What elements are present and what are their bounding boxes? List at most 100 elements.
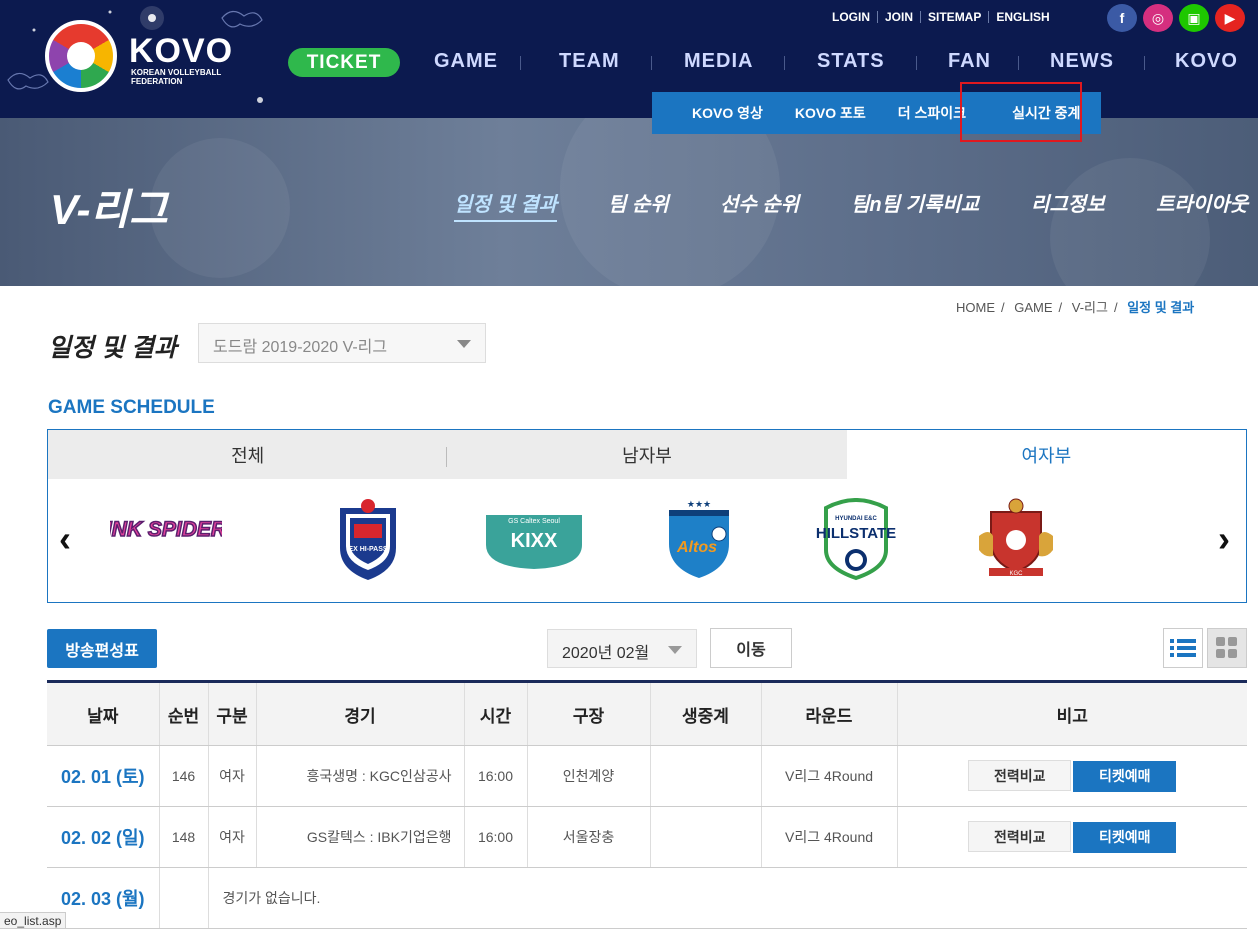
- ticket-booking-button[interactable]: 티켓예매: [1073, 822, 1177, 853]
- youtube-icon[interactable]: ▶: [1215, 4, 1245, 32]
- chevron-down-icon: [457, 340, 471, 348]
- season-select[interactable]: 도드람 2019-2020 V-리그: [198, 323, 486, 363]
- chevron-down-icon: [668, 646, 682, 654]
- nav-fan[interactable]: FAN: [948, 50, 991, 73]
- broadcast-schedule-button[interactable]: 방송편성표: [47, 629, 157, 668]
- kovo-schedule-page: KOVO KOREAN VOLLEYBALL FEDERATION LOGIN …: [0, 0, 1258, 929]
- go-button[interactable]: 이동: [710, 628, 792, 668]
- col-match: 경기: [256, 681, 465, 746]
- row-round: V리그 4Round: [761, 745, 898, 807]
- svg-text:★★★: ★★★: [687, 499, 711, 509]
- logo-subtitle: KOREAN VOLLEYBALL FEDERATION: [131, 68, 222, 86]
- col-division: 구분: [208, 681, 257, 746]
- nav-kovo[interactable]: KOVO: [1175, 50, 1238, 73]
- nav-stats[interactable]: STATS: [817, 50, 885, 73]
- sitemap-link[interactable]: SITEMAP: [921, 11, 990, 23]
- row-live: [650, 745, 762, 807]
- kovo-logo[interactable]: KOVO KOREAN VOLLEYBALL FEDERATION: [45, 20, 265, 100]
- table-header-row: 날짜 순번 구분 경기 시간 구장 생중계 라운드 비고: [47, 681, 1247, 746]
- team-4-sub: HYUNDAI E&C: [835, 516, 877, 522]
- col-no: 순번: [159, 681, 209, 746]
- nav-divider: [1144, 56, 1145, 70]
- utility-links: LOGIN JOIN SITEMAP ENGLISH: [825, 11, 1057, 23]
- team-filter-box: 전체 남자부 여자부 ‹ › PINK SPIDERS EX: [47, 429, 1247, 603]
- tab-women-label: 여자부: [1021, 445, 1072, 466]
- list-view-button[interactable]: [1163, 628, 1203, 668]
- gender-tabs: 전체 남자부 여자부: [48, 430, 1246, 479]
- no-games-message: 경기가 없습니다.: [208, 867, 1247, 929]
- col-round: 라운드: [761, 681, 898, 746]
- nav-media[interactable]: MEDIA: [684, 50, 753, 73]
- ticket-button[interactable]: TICKET: [288, 48, 400, 77]
- compare-button[interactable]: 전력비교: [968, 760, 1072, 791]
- team-logo-pink-spiders[interactable]: PINK SPIDERS: [106, 495, 226, 585]
- col-venue: 구장: [527, 681, 651, 746]
- hipass-shield-icon: EX HI-PASS: [340, 499, 396, 580]
- team-0-name-part: PINK SPIDERS: [110, 518, 222, 541]
- grid-view-button[interactable]: [1207, 628, 1247, 668]
- month-select-value: 2020년 02월: [562, 645, 650, 662]
- tab-tryout[interactable]: 트라이아웃: [1156, 188, 1248, 217]
- row-venue: 서울장충: [527, 806, 651, 868]
- pink-spiders-logo-icon: PINK SPIDERS: [110, 517, 222, 542]
- chevron-left-icon[interactable]: ‹: [59, 518, 71, 560]
- instagram-icon[interactable]: ◎: [1143, 4, 1173, 32]
- tab-all[interactable]: 전체: [48, 430, 448, 479]
- naver-tv-icon[interactable]: ▣: [1179, 4, 1209, 32]
- table-row: 02. 03 (월) 경기가 없습니다.: [47, 867, 1247, 929]
- kgc-crest-icon: KGC: [979, 498, 1053, 577]
- logo-text: KOVO: [129, 32, 234, 70]
- team-logo-hipass[interactable]: EX HI-PASS: [328, 495, 408, 585]
- team-3-name: Altos: [676, 539, 717, 556]
- join-link[interactable]: JOIN: [878, 11, 922, 23]
- main-nav: GAME TEAM MEDIA STATS FAN NEWS KOVO: [420, 50, 1258, 76]
- tab-men[interactable]: 남자부: [447, 430, 847, 479]
- nav-divider: [1018, 56, 1019, 70]
- nav-team[interactable]: TEAM: [559, 50, 620, 73]
- team-5-name: KGC: [1009, 571, 1023, 577]
- english-link[interactable]: ENGLISH: [989, 11, 1056, 23]
- banner-title: V-리그: [50, 186, 168, 233]
- kixx-logo-icon: GS Caltex Seoul KIXX: [486, 515, 582, 569]
- nav-divider: [520, 56, 521, 70]
- tab-women[interactable]: 여자부: [846, 430, 1246, 479]
- chevron-right-icon[interactable]: ›: [1218, 518, 1230, 560]
- breadcrumb-vleague[interactable]: V-리그: [1072, 300, 1108, 315]
- compare-button[interactable]: 전력비교: [968, 821, 1072, 852]
- breadcrumb: HOME / GAME / V-리그 / 일정 및 결과: [956, 300, 1195, 315]
- tab-player-ranking[interactable]: 선수 순위: [720, 188, 799, 217]
- login-link[interactable]: LOGIN: [825, 11, 878, 23]
- col-date: 날짜: [47, 681, 160, 746]
- row-venue: 인천계양: [527, 745, 651, 807]
- list-icon: [1170, 639, 1196, 657]
- row-time: 16:00: [464, 745, 528, 807]
- social-links: f ◎ ▣ ▶: [1107, 4, 1245, 32]
- season-select-value: 도드람 2019-2020 V-리그: [213, 339, 388, 356]
- team-logo-altos[interactable]: ★★★ Altos: [654, 495, 744, 585]
- facebook-icon[interactable]: f: [1107, 4, 1137, 32]
- ticket-booking-button[interactable]: 티켓예매: [1073, 761, 1177, 792]
- banner-bubble: [1050, 158, 1210, 286]
- tab-team-comparison[interactable]: 팀n팀 기록비교: [851, 188, 979, 217]
- breadcrumb-game[interactable]: GAME: [1014, 300, 1052, 315]
- row-date: 02. 02 (일): [47, 806, 160, 868]
- section-title: GAME SCHEDULE: [48, 397, 215, 418]
- submenu-kovo-photo[interactable]: KOVO 포토: [779, 103, 882, 123]
- row-live: [650, 806, 762, 868]
- nav-divider: [784, 56, 785, 70]
- team-logo-kgc[interactable]: KGC: [976, 495, 1056, 585]
- tab-team-ranking[interactable]: 팀 순위: [608, 188, 669, 217]
- nav-news[interactable]: NEWS: [1050, 50, 1114, 73]
- breadcrumb-home[interactable]: HOME: [956, 300, 995, 315]
- month-select[interactable]: 2020년 02월: [547, 629, 697, 668]
- team-logo-hillstate[interactable]: HYUNDAI E&C HILLSTATE: [806, 495, 906, 585]
- team-logo-kixx[interactable]: GS Caltex Seoul KIXX: [484, 495, 584, 585]
- tab-schedule-results[interactable]: 일정 및 결과: [454, 188, 558, 222]
- nav-game[interactable]: GAME: [434, 50, 498, 73]
- tab-league-info[interactable]: 리그정보: [1031, 188, 1105, 217]
- col-live: 생중계: [650, 681, 762, 746]
- page-title: 일정 및 결과: [48, 334, 177, 362]
- row-time: 16:00: [464, 806, 528, 868]
- submenu-kovo-video[interactable]: KOVO 영상: [652, 103, 779, 123]
- row-match: GS칼텍스 : IBK기업은행: [256, 806, 465, 868]
